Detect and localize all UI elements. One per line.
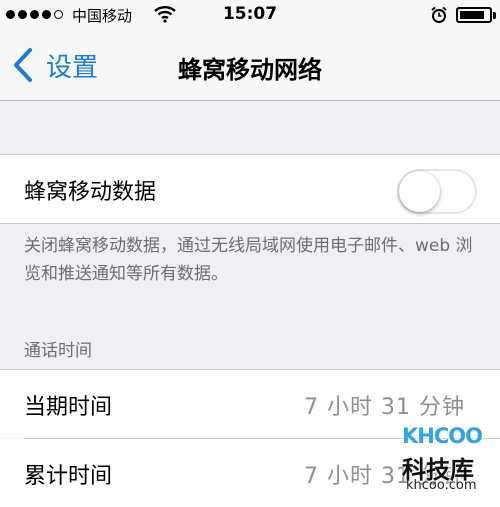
battery-tip <box>493 12 496 19</box>
cellular-data-label: 蜂窝移动数据 <box>24 180 157 205</box>
cellular-data-toggle[interactable] <box>397 169 477 214</box>
alarm-clock-icon <box>430 6 448 28</box>
watermark-url: khcoo.com <box>406 478 477 493</box>
current-period-label: 当期时间 <box>24 395 113 420</box>
battery-level <box>460 11 484 19</box>
watermark-logo: KHCOO <box>402 424 483 448</box>
battery-icon <box>456 7 492 23</box>
toggle-knob <box>399 171 440 212</box>
current-period-value: 7 小时 31 分钟 <box>304 395 465 420</box>
navigation-bar: 设置 蜂窝移动网络 <box>0 32 500 101</box>
cellular-data-footer: 关闭蜂窝移动数据，通过无线局域网使用电子邮件、web 浏览和推送通知等所有数据。 <box>24 236 473 284</box>
lifetime-label: 累计时间 <box>24 464 113 489</box>
watermark: KHCOO 科技库 khcoo.com <box>396 420 500 497</box>
cellular-data-row: 蜂窝移动数据 <box>0 155 500 224</box>
status-bar: 中国移动 15:07 <box>0 0 500 32</box>
page-title: 蜂窝移动网络 <box>178 56 322 84</box>
clock-time: 15:07 <box>222 4 278 24</box>
call-time-header: 通话时间 <box>24 341 92 361</box>
